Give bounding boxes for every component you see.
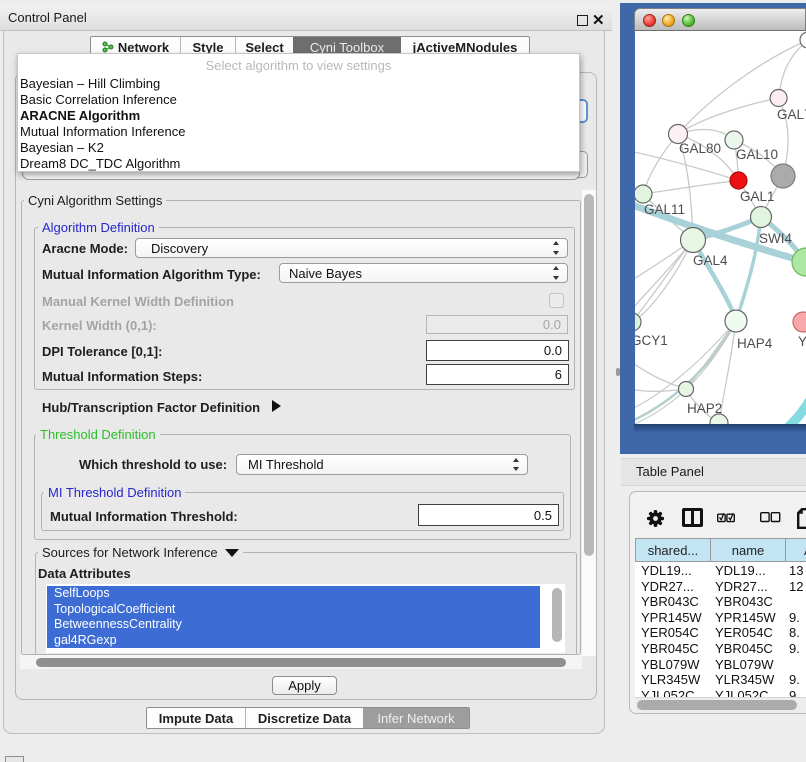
svg-text:HAP2: HAP2 xyxy=(687,401,722,416)
svg-text:HAP4: HAP4 xyxy=(737,336,773,351)
svg-text:GAL1: GAL1 xyxy=(740,189,775,204)
svg-text:GAL4: GAL4 xyxy=(693,253,728,268)
svg-text:SWI4: SWI4 xyxy=(759,231,792,246)
svg-text:GAL7: GAL7 xyxy=(777,107,806,122)
svg-text:GCY1: GCY1 xyxy=(635,333,668,348)
svg-text:GAL11: GAL11 xyxy=(644,202,685,217)
svg-text:GAL80: GAL80 xyxy=(679,141,721,156)
svg-text:GAL10: GAL10 xyxy=(736,147,778,162)
svg-text:YEL: YEL xyxy=(798,334,806,349)
